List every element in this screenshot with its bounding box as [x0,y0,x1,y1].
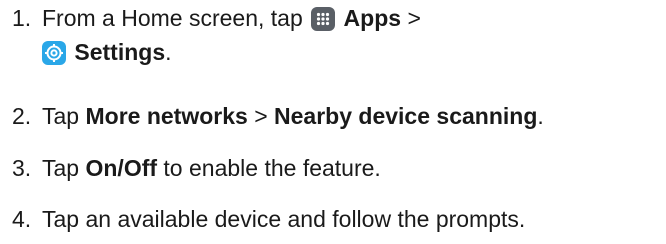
settings-label: Settings [74,39,166,65]
settings-icon [42,41,66,65]
step-text: Tap an available device and follow the p… [42,206,526,232]
period: . [537,103,544,129]
step-text: Tap [42,103,80,129]
step-1-continued: Settings. [42,38,172,66]
separator: > [407,5,421,31]
step-number: 1. [12,5,32,31]
step-number: 2. [12,103,32,129]
step-3: 3. Tap On/Off to enable the feature. [12,154,381,182]
on-off-label: On/Off [85,155,158,181]
step-2: 2. Tap More networks > Nearby device scan… [12,102,544,130]
apps-label: Apps [343,5,402,31]
step-text: From a Home screen, tap [42,5,303,31]
separator: > [254,103,268,129]
step-text: Tap [42,155,80,181]
step-1: 1. From a Home screen, tap Apps > [12,4,421,32]
apps-icon [311,7,336,31]
step-text-end: to enable the feature. [163,155,381,181]
step-number: 3. [12,155,32,181]
nearby-device-scanning-label: Nearby device scanning [274,103,538,129]
step-4: 4. Tap an available device and follow the… [12,205,525,233]
instruction-list: 1. From a Home screen, tap Apps > Settin… [0,0,666,244]
period: . [165,39,172,65]
step-number: 4. [12,206,32,232]
more-networks-label: More networks [85,103,248,129]
